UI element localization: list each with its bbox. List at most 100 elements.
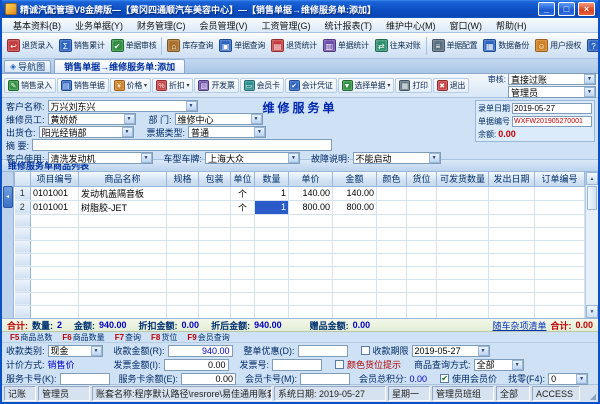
cell-item-code[interactable]: 0101001 bbox=[31, 186, 79, 200]
select-bill-button[interactable]: ▼选择单据▾ bbox=[338, 78, 395, 93]
bill-config-button[interactable]: ≡单据配置 bbox=[429, 36, 481, 55]
cell-qty[interactable]: 1 bbox=[255, 186, 289, 200]
misc-list-link[interactable]: 随车杂项清单 bbox=[492, 319, 546, 332]
cell-qty-selected[interactable]: 1 bbox=[255, 200, 289, 214]
tab-repair-service-bill[interactable]: 销售单据→维修服务单:添加 bbox=[54, 59, 185, 73]
menu-payroll[interactable]: 工资管理(G) bbox=[255, 18, 318, 32]
record-date[interactable]: 2019-05-27 bbox=[512, 103, 592, 114]
collapse-panel-button[interactable]: ◂ bbox=[3, 186, 13, 208]
cell-unit[interactable]: 个 bbox=[231, 186, 255, 200]
chevron-down-icon[interactable]: ▼ bbox=[576, 374, 587, 384]
invoice-button[interactable]: ▧开发票 bbox=[194, 78, 238, 93]
scroll-up-icon[interactable]: ▲ bbox=[586, 172, 598, 185]
dept-select[interactable]: 维修中心▼ bbox=[175, 113, 263, 125]
resize-grip[interactable]: ◢ bbox=[582, 386, 596, 401]
chevron-down-icon[interactable]: ▼ bbox=[254, 127, 265, 137]
bill-audit-button[interactable]: ✔单据审核 bbox=[108, 36, 160, 55]
vehicle-select[interactable]: 上海大众▼ bbox=[205, 152, 300, 164]
color-location-hint-checkbox[interactable] bbox=[335, 360, 344, 369]
cell-goods-name[interactable]: 树脂胶-JET bbox=[79, 200, 167, 214]
cell-spec[interactable] bbox=[167, 200, 199, 214]
cell-item-code[interactable]: 0101001 bbox=[31, 200, 79, 214]
cell-package[interactable] bbox=[199, 200, 231, 214]
cell-unit[interactable]: 个 bbox=[231, 200, 255, 214]
fault-select[interactable]: 不能启动▼ bbox=[353, 152, 441, 164]
account-check-button[interactable]: ⇄往来对账 bbox=[372, 36, 424, 55]
maximize-button[interactable]: □ bbox=[558, 2, 575, 16]
chevron-down-icon[interactable]: ▼ bbox=[186, 101, 197, 111]
change-select[interactable]: 0▼ bbox=[548, 373, 588, 385]
cell-location[interactable] bbox=[407, 200, 437, 214]
user-auth-button[interactable]: ☺用户授权 bbox=[532, 36, 584, 55]
pay-amount-input[interactable]: 940.00 bbox=[168, 345, 233, 357]
price-button[interactable]: ¥价格▾ bbox=[110, 78, 151, 93]
member-card-button[interactable]: ▭会员卡 bbox=[240, 78, 284, 93]
menu-maintenance[interactable]: 维护中心(M) bbox=[379, 18, 443, 32]
cell-spec[interactable] bbox=[167, 186, 199, 200]
table-row[interactable]: 1 0101001 发动机盖隔音板 个 1 140.00 140.00 bbox=[15, 186, 585, 200]
chevron-down-icon[interactable]: ▼ bbox=[478, 346, 489, 356]
customer-select[interactable]: 万兴刘东兴▼ bbox=[48, 100, 198, 112]
chevron-down-icon[interactable]: ▼ bbox=[288, 153, 299, 163]
cell-location[interactable] bbox=[407, 186, 437, 200]
close-button[interactable]: × bbox=[578, 2, 595, 16]
cell-color[interactable] bbox=[377, 200, 407, 214]
customer-use-select[interactable]: 清洗发动机▼ bbox=[48, 152, 153, 164]
chevron-down-icon[interactable]: ▼ bbox=[584, 74, 595, 84]
minimize-button[interactable]: _ bbox=[538, 2, 555, 16]
cell-ship-date[interactable] bbox=[489, 186, 535, 200]
audit-mode-select[interactable]: 直接过账▼ bbox=[508, 73, 596, 85]
whole-discount-input[interactable] bbox=[298, 345, 348, 357]
staff-select[interactable]: 黄娇娇▼ bbox=[48, 113, 136, 125]
menu-basic-data[interactable]: 基本资料(B) bbox=[6, 18, 68, 32]
sales-entry-button[interactable]: ✎销售录入 bbox=[4, 78, 56, 93]
cell-available-qty[interactable] bbox=[437, 186, 489, 200]
menu-window[interactable]: 窗口(W) bbox=[443, 18, 490, 32]
chevron-down-icon[interactable]: ▼ bbox=[124, 114, 135, 124]
quit-button[interactable]: ✖退出 bbox=[433, 78, 469, 93]
due-date-select[interactable]: 2019-05-27▼ bbox=[412, 345, 490, 357]
navigator-button[interactable]: ◈导航图 bbox=[4, 60, 51, 73]
due-date-checkbox[interactable] bbox=[361, 346, 370, 355]
invoice-amount-input[interactable]: 0.00 bbox=[164, 359, 229, 371]
cell-goods-name[interactable]: 发动机盖隔音板 bbox=[79, 186, 167, 200]
cell-price[interactable]: 140.00 bbox=[289, 186, 333, 200]
data-backup-button[interactable]: ▦数据备份 bbox=[480, 36, 532, 55]
service-card-input[interactable] bbox=[60, 373, 110, 385]
sales-bill-button[interactable]: ▤销售单据 bbox=[57, 78, 109, 93]
member-price-checkbox[interactable]: ✔ bbox=[440, 374, 449, 383]
member-card-input[interactable] bbox=[300, 373, 350, 385]
cell-price[interactable]: 800.00 bbox=[289, 200, 333, 214]
warehouse-select[interactable]: 阳光经销部▼ bbox=[39, 126, 134, 138]
service-balance-input[interactable]: 0.00 bbox=[181, 373, 236, 385]
discount-button[interactable]: %折扣▾ bbox=[152, 78, 193, 93]
cell-order-no[interactable] bbox=[535, 186, 585, 200]
cell-amount[interactable]: 800.00 bbox=[333, 200, 377, 214]
invoice-no-input[interactable] bbox=[272, 359, 322, 371]
row-number-cell[interactable]: 1 bbox=[15, 186, 31, 200]
menu-help[interactable]: 帮助(H) bbox=[489, 18, 534, 32]
cell-amount[interactable]: 140.00 bbox=[333, 186, 377, 200]
query-mode-select[interactable]: 全部▼ bbox=[474, 359, 524, 371]
chevron-down-icon[interactable]: ▼ bbox=[512, 360, 523, 370]
cell-order-no[interactable] bbox=[535, 200, 585, 214]
cell-available-qty[interactable] bbox=[437, 200, 489, 214]
row-number-cell[interactable]: 2 bbox=[15, 200, 31, 214]
pay-type-select[interactable]: 现金▼ bbox=[48, 345, 103, 357]
return-stats-button[interactable]: ▤退货统计 bbox=[268, 36, 320, 55]
scroll-down-icon[interactable]: ▼ bbox=[586, 305, 598, 318]
chevron-down-icon[interactable]: ▼ bbox=[122, 127, 133, 137]
billtype-select[interactable]: 普通▼ bbox=[188, 126, 266, 138]
vertical-scrollbar[interactable]: ▲ ▼ bbox=[585, 172, 598, 318]
stock-query-button[interactable]: ⌂库存查询 bbox=[164, 36, 216, 55]
summary-input[interactable] bbox=[32, 139, 332, 151]
cell-ship-date[interactable] bbox=[489, 200, 535, 214]
chevron-down-icon[interactable]: ▼ bbox=[91, 346, 102, 356]
bill-query-button[interactable]: ▣单据查询 bbox=[216, 36, 268, 55]
return-goods-entry-button[interactable]: ↩退货录入 bbox=[4, 36, 56, 55]
table-row[interactable]: 2 0101001 树脂胶-JET 个 1 800.00 800.00 bbox=[15, 200, 585, 214]
menu-finance[interactable]: 财务管理(C) bbox=[130, 18, 193, 32]
chevron-down-icon[interactable]: ▼ bbox=[429, 153, 440, 163]
help-system-button[interactable]: ?帮助系统 bbox=[584, 36, 600, 55]
operator-select[interactable]: 管理员▼ bbox=[508, 86, 596, 98]
